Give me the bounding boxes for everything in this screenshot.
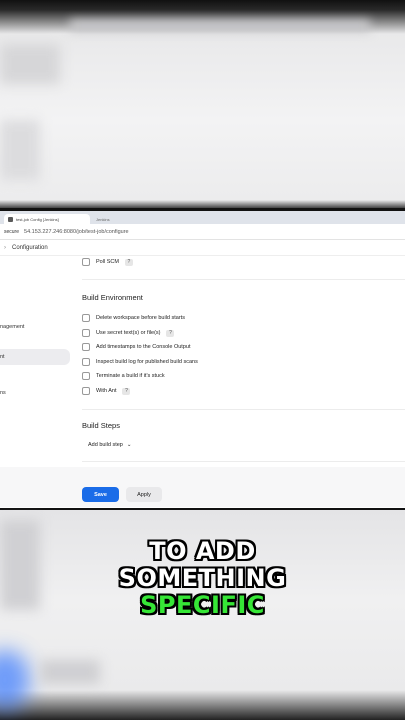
sidebar-item-source-code-management[interactable]: nagement [0,319,70,335]
sidebar-item-label: nagement [0,324,25,330]
build-env-option[interactable]: Delete workspace before build starts [82,314,185,322]
breadcrumb-configuration[interactable]: Configuration [12,245,48,251]
help-icon[interactable]: ? [124,258,133,266]
jenkins-favicon-icon [8,216,13,222]
breadcrumb: › Configuration [0,240,405,256]
inspect-build-log-checkbox[interactable] [82,358,90,366]
build-env-option[interactable]: With Ant ? [82,387,131,395]
terminate-stuck-checkbox[interactable] [82,372,90,380]
build-steps-title: Build Steps [82,421,120,430]
browser-tab-active[interactable]: test-job Config [Jenkins] [4,214,90,224]
sidebar: nagement nt ns [0,256,72,496]
form-button-bar [0,467,405,507]
address-bar[interactable]: secure 54.153.227.246:8080/job/test-job/… [0,224,405,240]
secure-label: secure [4,228,20,235]
option-label: Add timestamps to the Console Output [96,344,191,350]
caption-line-1: TO ADD [149,537,256,565]
sidebar-item-build-environment[interactable]: nt [0,349,70,365]
delete-workspace-checkbox[interactable] [82,314,90,322]
sidebar-item-label: ns [0,390,6,396]
section-divider [82,279,405,280]
option-label: Inspect build log for published build sc… [96,359,198,365]
add-build-step-dropdown[interactable]: Add build step ⌄ [84,438,135,452]
add-build-step-label: Add build step [88,442,123,448]
poll-scm-label: Poll SCM [96,259,119,265]
tab-title: test-job Config [Jenkins] [16,216,59,222]
jenkins-screenshot: test-job Config [Jenkins] Jenkins secure… [0,208,405,511]
browser-tab-inactive[interactable]: Jenkins [96,215,136,223]
option-label: Delete workspace before build starts [96,315,185,321]
poll-scm-checkbox[interactable] [82,258,90,266]
option-label: Terminate a build if it's stuck [96,373,165,379]
sidebar-item-post-build-actions[interactable]: ns [0,385,70,401]
option-label: Use secret text(s) or file(s) [96,330,161,336]
build-env-option[interactable]: Use secret text(s) or file(s) ? [82,329,175,337]
save-button[interactable]: Save [82,487,119,502]
help-icon[interactable]: ? [166,329,175,337]
section-divider [82,409,405,410]
blurred-background-top [0,0,405,210]
caption-line-2: SOMETHING [118,564,287,592]
caption-line-3: SPECIFIC [140,591,265,619]
secret-text-checkbox[interactable] [82,329,90,337]
apply-button[interactable]: Apply [126,487,162,502]
with-ant-checkbox[interactable] [82,387,90,395]
help-icon[interactable]: ? [122,387,131,395]
video-frame: test-job Config [Jenkins] Jenkins secure… [0,0,405,720]
chevron-right-icon: › [4,244,6,251]
build-env-option[interactable]: Inspect build log for published build sc… [82,358,198,366]
timestamps-checkbox[interactable] [82,343,90,351]
browser-tab-bar: test-job Config [Jenkins] Jenkins [0,211,405,224]
build-env-option[interactable]: Add timestamps to the Console Output [82,343,190,351]
option-label: With Ant [96,388,117,394]
tab-inactive-title: Jenkins [96,216,110,222]
build-env-option[interactable]: Terminate a build if it's stuck [82,372,165,380]
chevron-down-icon: ⌄ [126,442,132,448]
poll-scm-row[interactable]: Poll SCM ? [82,258,133,266]
build-environment-title: Build Environment [82,293,143,302]
section-divider [82,461,405,462]
video-caption: TO ADD SOMETHING SPECIFIC [0,538,405,619]
url-text[interactable]: 54.153.227.246:8080/job/test-job/configu… [24,229,129,235]
sidebar-item-label: nt [0,354,5,360]
